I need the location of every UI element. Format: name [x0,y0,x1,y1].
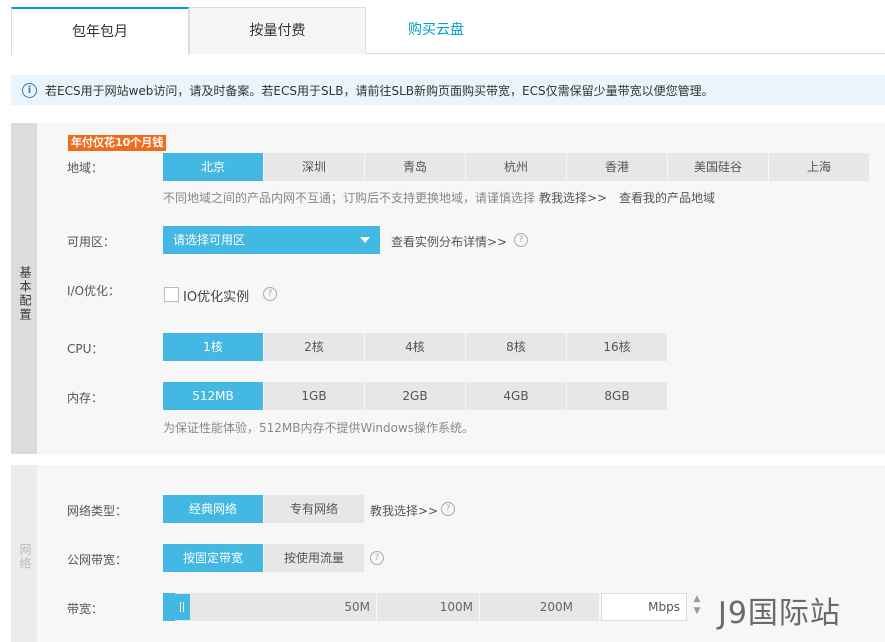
cpu-label: CPU： [67,342,104,356]
help-icon[interactable]: ? [370,551,384,565]
network-option-vpc[interactable]: 专有网络 [264,495,364,523]
memory-option-512mb[interactable]: 512MB [163,382,264,410]
region-option-silicon-valley[interactable]: 美国硅谷 [668,153,769,181]
region-option-qingdao[interactable]: 青岛 [365,153,466,181]
help-icon[interactable]: ? [514,233,528,247]
notice-text: 若ECS用于网站web访问，请及时备案。若ECS用于SLB，请前往SLB新购页面… [45,84,714,98]
memory-option-4gb[interactable]: 4GB [466,382,567,410]
zone-select-value: 请选择可用区 [173,233,246,247]
bandwidth-input[interactable]: Mbps [601,593,687,621]
basic-config-label: 基本配置 [18,266,32,322]
help-icon[interactable]: ? [263,287,277,301]
network-type-label: 网络类型： [67,504,128,518]
slider-handle[interactable] [174,594,190,620]
slider-tick-100m: 100M [377,593,480,621]
region-option-hangzhou[interactable]: 杭州 [466,153,567,181]
cpu-option-1[interactable]: 1核 [163,333,264,361]
promo-badge: 年付仅花10个月钱 [68,135,167,151]
info-icon: i [22,83,37,98]
region-hint: 不同地域之间的产品内网不互通；订购后不支持更换地域，请谨慎选择 [163,191,536,205]
region-label: 地域： [67,161,104,175]
help-icon[interactable]: ? [441,502,455,516]
region-option-hongkong[interactable]: 香港 [567,153,668,181]
bandwidth-label: 带宽： [67,602,104,616]
bandwidth-stepper[interactable]: ▲ ▼ [689,593,705,621]
memory-option-8gb[interactable]: 8GB [567,382,667,410]
memory-option-2gb[interactable]: 2GB [365,382,466,410]
watermark-logo: J9国际站 [718,596,841,631]
network-label: 网络 [18,543,32,571]
bandwidth-mode-fixed[interactable]: 按固定带宽 [163,544,264,572]
bandwidth-mode-label: 公网带宽： [67,553,128,567]
tab-pay-as-you-go[interactable]: 按量付费 [189,7,366,54]
my-region-link[interactable]: 查看我的产品地域 [619,189,715,206]
cpu-option-8[interactable]: 8核 [466,333,567,361]
cpu-option-4[interactable]: 4核 [365,333,466,361]
region-option-shenzhen[interactable]: 深圳 [264,153,365,181]
network-help-link[interactable]: 教我选择>> [370,502,438,519]
slider-tick-50m: 50M [163,593,377,621]
zone-label: 可用区： [67,235,116,249]
io-checkbox-label: IO优化实例 [183,290,250,305]
chevron-down-icon[interactable]: ▼ [689,605,705,617]
memory-hint: 为保证性能体验，512MB内存不提供Windows操作系统。 [163,421,475,435]
tab-buy-disk[interactable]: 购买云盘 [366,7,506,54]
cpu-option-16[interactable]: 16核 [567,333,667,361]
network-option-classic[interactable]: 经典网络 [163,495,264,523]
slider-tick-200m: 200M [539,600,573,614]
zone-detail-link[interactable]: 查看实例分布详情>> [391,233,507,250]
region-option-beijing[interactable]: 北京 [163,153,264,181]
region-help-link[interactable]: 教我选择>> [539,189,607,206]
memory-option-1gb[interactable]: 1GB [264,382,365,410]
chevron-up-icon[interactable]: ▲ [689,593,705,605]
chevron-down-icon [360,237,370,243]
tab-monthly[interactable]: 包年包月 [11,7,189,55]
zone-select[interactable]: 请选择可用区 [163,226,380,254]
bandwidth-mode-traffic[interactable]: 按使用流量 [264,544,364,572]
io-checkbox[interactable] [164,287,179,302]
memory-label: 内存： [67,391,104,405]
region-option-shanghai[interactable]: 上海 [769,153,869,181]
io-label: I/O优化： [67,284,121,298]
cpu-option-2[interactable]: 2核 [264,333,365,361]
